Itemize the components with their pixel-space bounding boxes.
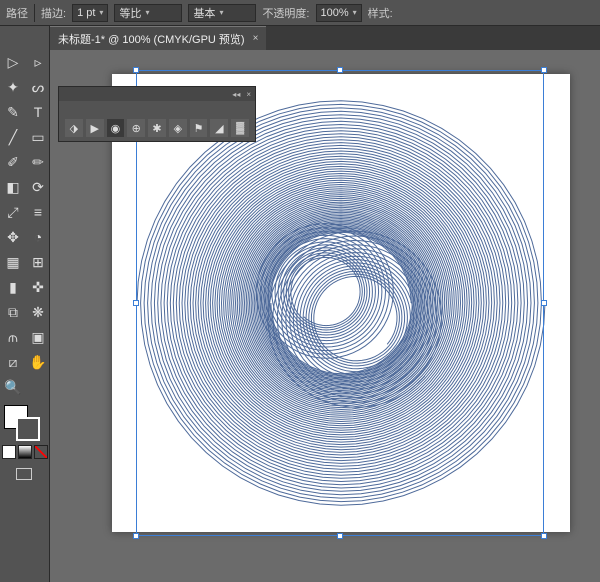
panel-header[interactable]: ◂◂ × xyxy=(59,87,255,101)
style-label: 样式: xyxy=(368,5,393,21)
pattern-button[interactable]: ▓ xyxy=(231,119,249,137)
handle-nw[interactable] xyxy=(133,67,139,73)
artboard xyxy=(112,74,570,532)
stroke-weight-dropdown[interactable]: 1 pt xyxy=(72,4,108,22)
rotate-tool[interactable]: ⟳ xyxy=(26,175,50,199)
gradient-swatch[interactable] xyxy=(18,445,32,459)
variable-width-dropdown[interactable]: 等比 xyxy=(114,4,182,22)
screen-mode-button[interactable] xyxy=(4,465,44,483)
warp-button[interactable]: ◢ xyxy=(210,119,228,137)
tab-title: 未标题-1* @ 100% (CMYK/GPU 预览) xyxy=(58,31,245,47)
handle-ne[interactable] xyxy=(541,67,547,73)
opacity-label: 不透明度: xyxy=(262,5,309,21)
mesh-tool[interactable]: ⊞ xyxy=(26,250,50,274)
none-swatch[interactable] xyxy=(34,445,48,459)
collapse-icon[interactable]: ◂◂ xyxy=(232,90,240,99)
zoom-tool[interactable]: 🔍 xyxy=(1,375,25,399)
path-label: 路径 xyxy=(6,5,28,21)
close-icon[interactable]: × xyxy=(253,33,259,44)
rectangle-tool[interactable]: ▭ xyxy=(26,125,50,149)
pen-tool[interactable]: ✎ xyxy=(1,100,25,124)
zig-zag-button[interactable]: ⚑ xyxy=(190,119,208,137)
magic-wand-tool[interactable]: ✦ xyxy=(1,75,25,99)
handle-n[interactable] xyxy=(337,67,343,73)
document-tab[interactable]: 未标题-1* @ 100% (CMYK/GPU 预览) × xyxy=(50,26,266,50)
handle-sw[interactable] xyxy=(133,533,139,539)
eraser-tool[interactable]: ◧ xyxy=(1,175,25,199)
slice-tool[interactable]: ⧄ xyxy=(1,350,25,374)
brush-tool[interactable]: ✐ xyxy=(1,150,25,174)
eyedropper-tool[interactable]: ✜ xyxy=(26,275,50,299)
type-tool[interactable]: T xyxy=(26,100,50,124)
line-tool[interactable]: ╱ xyxy=(1,125,25,149)
quick-color-row xyxy=(2,445,49,459)
transform-button[interactable]: ⊕ xyxy=(127,119,145,137)
color-swatch[interactable] xyxy=(2,445,16,459)
column-graph-tool[interactable]: ⫙ xyxy=(1,325,25,349)
pencil-tool[interactable]: ✏ xyxy=(26,150,50,174)
free-distort-button[interactable]: ⬗ xyxy=(65,119,83,137)
artboard-tool[interactable]: ▣ xyxy=(26,325,50,349)
distort-panel[interactable]: ◂◂ × ⬗▶◉⊕✱◈⚑◢▓ xyxy=(58,86,256,142)
tools-panel: ▷▹✦ᔕ✎T╱▭✐✏◧⟳⤢≡✥◔▦⊞▮✜⧉❋⫙▣⧄✋🔍 xyxy=(0,26,50,582)
handle-se[interactable] xyxy=(541,533,547,539)
tweak-button[interactable]: ✱ xyxy=(148,119,166,137)
direct-select-tool[interactable]: ▹ xyxy=(26,50,50,74)
brush-def-dropdown[interactable]: 基本 xyxy=(188,4,256,22)
control-bar: 路径 描边: 1 pt 等比 基本 不透明度: 100% 样式: xyxy=(0,0,600,26)
stroke-label: 描边: xyxy=(41,5,66,21)
scale-tool[interactable]: ⤢ xyxy=(1,200,25,224)
pucker-bloat-button[interactable]: ▶ xyxy=(86,119,104,137)
shape-builder-tool[interactable]: ◔ xyxy=(26,225,50,249)
roughen-button[interactable]: ◉ xyxy=(107,119,125,137)
hand-tool[interactable]: ✋ xyxy=(26,350,50,374)
symbol-spray-tool[interactable]: ❋ xyxy=(26,300,50,324)
handle-s[interactable] xyxy=(337,533,343,539)
perspective-tool[interactable]: ▦ xyxy=(1,250,25,274)
fill-stroke-swatches[interactable] xyxy=(4,405,44,441)
gradient-tool[interactable]: ▮ xyxy=(1,275,25,299)
free-transform-tool[interactable]: ✥ xyxy=(1,225,25,249)
selection-tool[interactable]: ▷ xyxy=(1,50,25,74)
opacity-dropdown[interactable]: 100% xyxy=(316,4,362,22)
document-tab-bar: 未标题-1* @ 100% (CMYK/GPU 预览) × xyxy=(0,26,600,50)
blend-tool[interactable]: ⧉ xyxy=(1,300,25,324)
lasso-tool[interactable]: ᔕ xyxy=(26,75,50,99)
panel-title xyxy=(59,101,255,115)
close-icon[interactable]: × xyxy=(246,90,251,99)
width-tool[interactable]: ≡ xyxy=(26,200,50,224)
stroke-swatch[interactable] xyxy=(16,417,40,441)
separator xyxy=(34,4,35,22)
twist-button[interactable]: ◈ xyxy=(169,119,187,137)
